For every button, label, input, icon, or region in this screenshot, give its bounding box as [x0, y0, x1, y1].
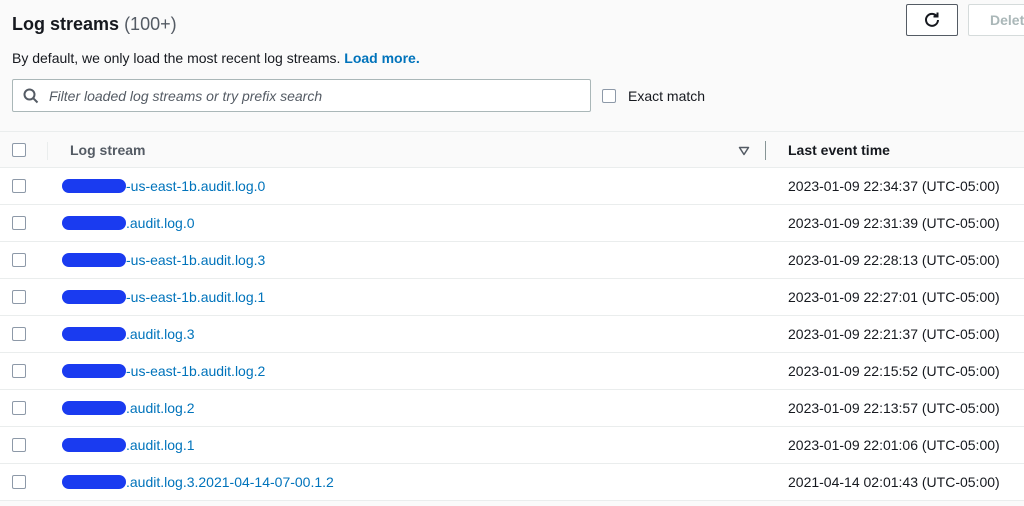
table-row: .audit.log.1 2023-01-09 22:01:06 (UTC-05… [0, 427, 1024, 464]
last-event-time: 2023-01-09 22:31:39 (UTC-05:00) [788, 215, 1000, 231]
redacted-prefix [62, 475, 126, 489]
log-stream-link[interactable]: .audit.log.2 [62, 400, 195, 416]
select-all-checkbox[interactable] [12, 143, 26, 157]
row-checkbox[interactable] [12, 327, 26, 341]
delete-button[interactable]: Delete [968, 4, 1024, 36]
table-body: -us-east-1b.audit.log.0 2023-01-09 22:34… [0, 168, 1024, 501]
table-row: -us-east-1b.audit.log.2 2023-01-09 22:15… [0, 353, 1024, 390]
search-field[interactable] [12, 79, 591, 112]
log-stream-name: .audit.log.2 [126, 400, 195, 416]
column-divider [47, 142, 48, 160]
last-event-time: 2023-01-09 22:15:52 (UTC-05:00) [788, 363, 1000, 379]
last-event-time: 2023-01-09 22:13:57 (UTC-05:00) [788, 400, 1000, 416]
table-row: .audit.log.3 2023-01-09 22:21:37 (UTC-05… [0, 316, 1024, 353]
redacted-prefix [62, 290, 126, 304]
redacted-prefix [62, 364, 126, 378]
log-stream-name: .audit.log.3.2021-04-14-07-00.1.2 [126, 474, 334, 490]
redacted-prefix [62, 179, 126, 193]
table-row: -us-east-1b.audit.log.1 2023-01-09 22:27… [0, 279, 1024, 316]
row-checkbox[interactable] [12, 438, 26, 452]
log-stream-link[interactable]: -us-east-1b.audit.log.1 [62, 289, 265, 305]
exact-match-checkbox[interactable] [602, 89, 616, 103]
description: By default, we only load the most recent… [12, 50, 420, 66]
last-event-time: 2023-01-09 22:27:01 (UTC-05:00) [788, 289, 1000, 305]
log-stream-name: -us-east-1b.audit.log.1 [126, 289, 266, 305]
log-stream-name: -us-east-1b.audit.log.0 [126, 178, 266, 194]
column-header-last-event-time[interactable]: Last event time [788, 142, 890, 158]
log-stream-link[interactable]: -us-east-1b.audit.log.0 [62, 178, 265, 194]
refresh-icon [925, 12, 939, 27]
sort-descending-icon[interactable] [738, 146, 750, 156]
stream-count: (100+) [124, 14, 177, 34]
search-icon [23, 88, 39, 103]
table-row: .audit.log.0 2023-01-09 22:31:39 (UTC-05… [0, 205, 1024, 242]
log-stream-name: .audit.log.3 [126, 326, 195, 342]
row-checkbox[interactable] [12, 364, 26, 378]
log-stream-link[interactable]: .audit.log.3.2021-04-14-07-00.1.2 [62, 474, 334, 490]
table-row: -us-east-1b.audit.log.3 2023-01-09 22:28… [0, 242, 1024, 279]
search-input[interactable] [49, 87, 569, 104]
exact-match-option[interactable]: Exact match [602, 88, 705, 104]
log-stream-link[interactable]: .audit.log.3 [62, 326, 195, 342]
log-streams-table: Log stream Last event time -us-east-1b.a… [0, 131, 1024, 501]
row-checkbox[interactable] [12, 253, 26, 267]
row-checkbox[interactable] [12, 216, 26, 230]
row-checkbox[interactable] [12, 179, 26, 193]
last-event-time: 2023-01-09 22:28:13 (UTC-05:00) [788, 252, 1000, 268]
table-row: .audit.log.3.2021-04-14-07-00.1.2 2021-0… [0, 464, 1024, 501]
refresh-button[interactable] [906, 4, 958, 36]
redacted-prefix [62, 438, 126, 452]
log-stream-link[interactable]: -us-east-1b.audit.log.2 [62, 363, 265, 379]
page-header: Log streams (100+) [12, 14, 177, 35]
log-stream-link[interactable]: .audit.log.1 [62, 437, 195, 453]
table-header: Log stream Last event time [0, 131, 1024, 168]
log-stream-name: .audit.log.0 [126, 215, 195, 231]
log-stream-link[interactable]: -us-east-1b.audit.log.3 [62, 252, 265, 268]
table-row: -us-east-1b.audit.log.0 2023-01-09 22:34… [0, 168, 1024, 205]
redacted-prefix [62, 253, 126, 267]
row-checkbox[interactable] [12, 290, 26, 304]
last-event-time: 2023-01-09 22:34:37 (UTC-05:00) [788, 178, 1000, 194]
page-title: Log streams (100+) [12, 14, 177, 34]
log-stream-name: .audit.log.1 [126, 437, 195, 453]
load-more-link[interactable]: Load more. [344, 50, 419, 66]
column-resize-handle[interactable] [765, 141, 766, 160]
last-event-time: 2023-01-09 22:01:06 (UTC-05:00) [788, 437, 1000, 453]
redacted-prefix [62, 327, 126, 341]
row-checkbox[interactable] [12, 475, 26, 489]
log-stream-link[interactable]: .audit.log.0 [62, 215, 195, 231]
exact-match-label: Exact match [628, 88, 706, 104]
last-event-time: 2021-04-14 02:01:43 (UTC-05:00) [788, 474, 1000, 490]
row-checkbox[interactable] [12, 401, 26, 415]
log-stream-name: -us-east-1b.audit.log.2 [126, 363, 266, 379]
table-row: .audit.log.2 2023-01-09 22:13:57 (UTC-05… [0, 390, 1024, 427]
redacted-prefix [62, 401, 126, 415]
log-stream-name: -us-east-1b.audit.log.3 [126, 252, 266, 268]
last-event-time: 2023-01-09 22:21:37 (UTC-05:00) [788, 326, 1000, 342]
redacted-prefix [62, 216, 126, 230]
column-header-log-stream[interactable]: Log stream [70, 142, 145, 158]
